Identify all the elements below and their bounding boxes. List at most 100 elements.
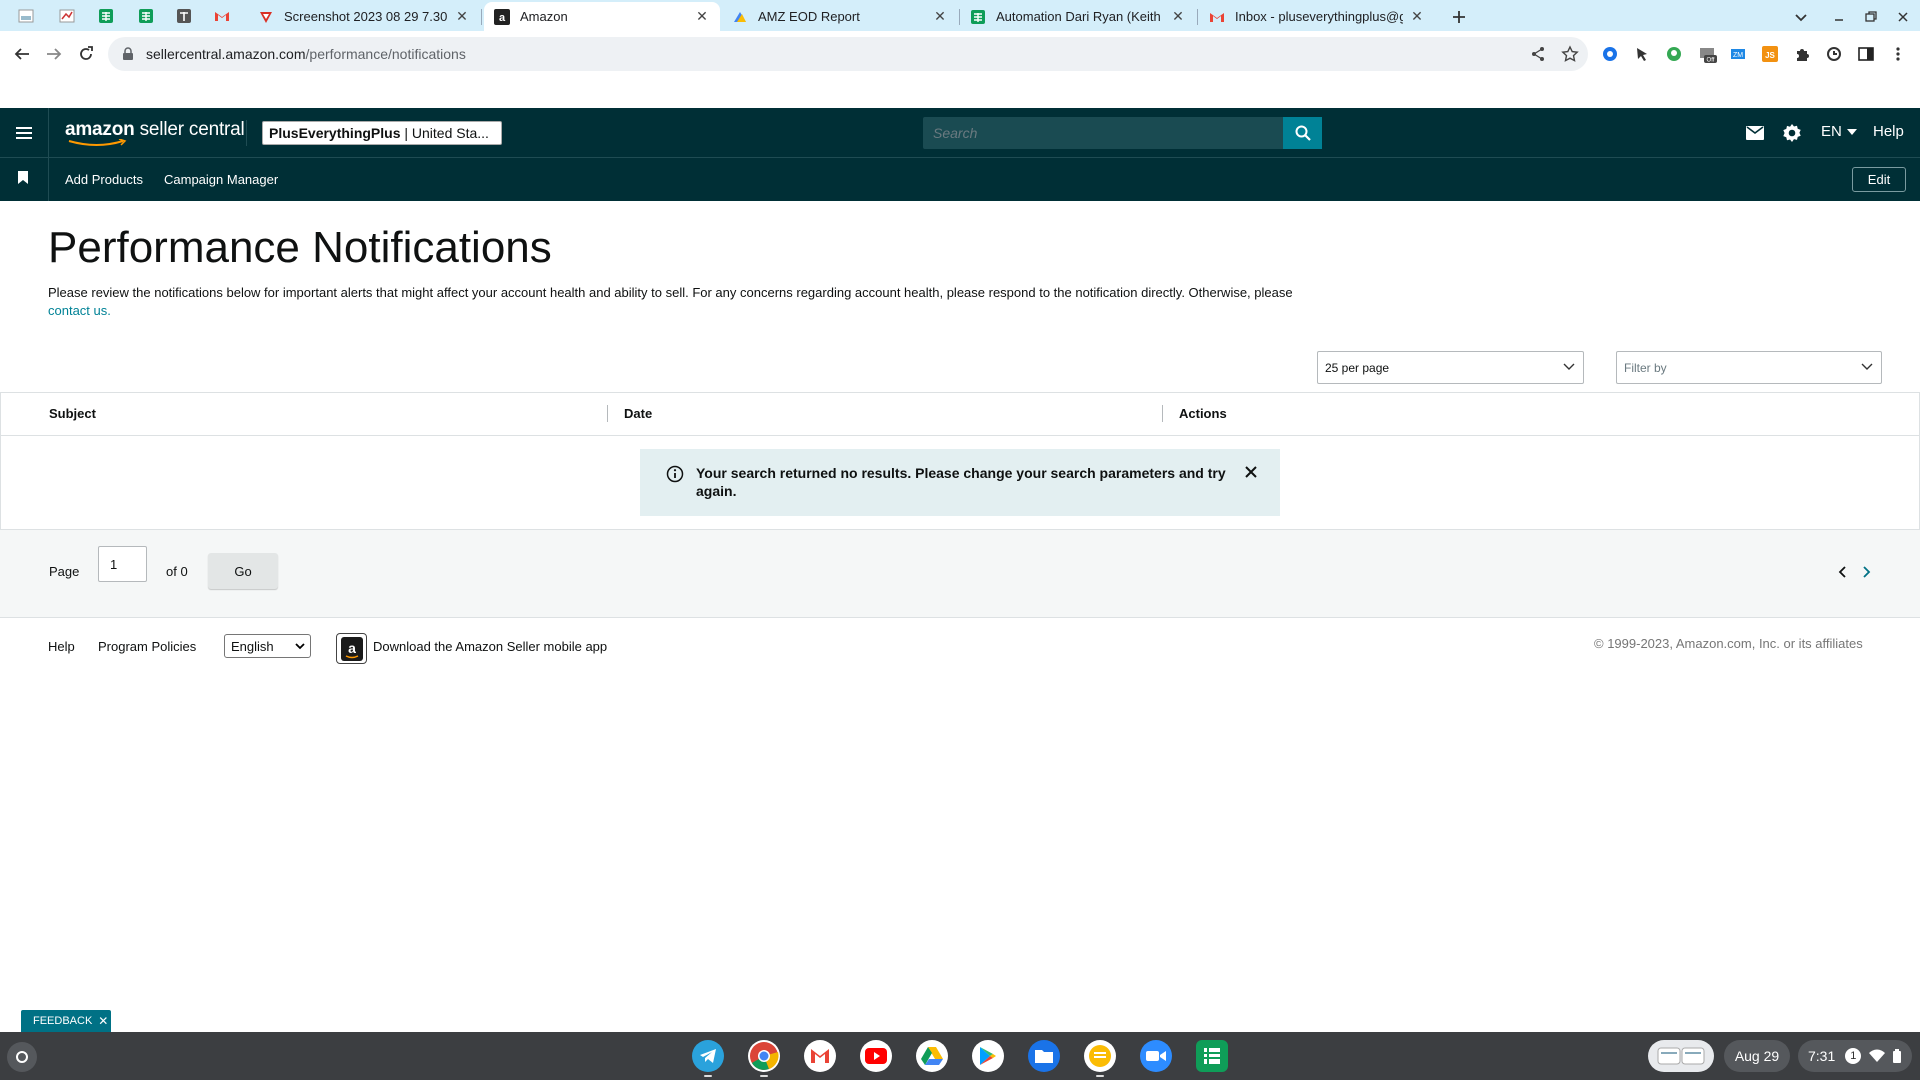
- forward-button[interactable]: [43, 43, 65, 65]
- svg-text:Off: Off: [1707, 58, 1715, 64]
- launcher-button[interactable]: [7, 1042, 37, 1072]
- cursor-icon: [1637, 48, 1647, 61]
- messages-button[interactable]: [1744, 123, 1766, 143]
- pinned-tab-chart[interactable]: [49, 4, 85, 28]
- hamburger-menu-button[interactable]: [13, 122, 35, 144]
- header-divider: [48, 108, 49, 157]
- seller-app-icon[interactable]: a: [336, 633, 367, 664]
- nav-campaign-manager[interactable]: Campaign Manager: [164, 172, 278, 187]
- extension-off-button[interactable]: Off: [1697, 43, 1719, 65]
- pinned-tab-sheets-2[interactable]: [128, 4, 164, 28]
- footer-program-policies-link[interactable]: Program Policies: [98, 639, 196, 654]
- go-button[interactable]: Go: [208, 553, 278, 589]
- tab-amazon[interactable]: a Amazon ✕: [484, 2, 720, 31]
- close-icon[interactable]: ✕: [694, 8, 710, 25]
- pagination-bar: [0, 530, 1920, 618]
- shelf-app-sheets[interactable]: [1196, 1040, 1228, 1072]
- extension-3-button[interactable]: [1663, 43, 1685, 65]
- close-window-button[interactable]: [1894, 8, 1912, 26]
- tab-search-button[interactable]: [1792, 8, 1810, 26]
- shelf-app-gmail[interactable]: [804, 1040, 836, 1072]
- shelf-app-keep[interactable]: [1084, 1040, 1116, 1072]
- tab-screenshot[interactable]: Screenshot 2023 08 29 7.30.24 ✕: [248, 2, 480, 31]
- pinned-tab-screenshot[interactable]: [8, 4, 44, 28]
- shelf-app-youtube[interactable]: [860, 1040, 892, 1072]
- download-app-link[interactable]: Download the Amazon Seller mobile app: [373, 639, 607, 654]
- share-button[interactable]: [1527, 43, 1549, 65]
- settings-button[interactable]: [1781, 122, 1803, 144]
- shelf-app-drive[interactable]: [916, 1040, 948, 1072]
- previous-page-button[interactable]: [1837, 565, 1851, 581]
- close-icon[interactable]: ✕: [1409, 8, 1425, 25]
- help-link[interactable]: Help: [1873, 123, 1904, 140]
- side-panel-button[interactable]: [1855, 43, 1877, 65]
- description-text: Please review the notifications below fo…: [48, 285, 1293, 300]
- holding-space-button[interactable]: [1648, 1040, 1714, 1072]
- amazon-app-icon: a: [340, 636, 363, 661]
- next-page-button[interactable]: [1862, 565, 1876, 581]
- close-icon[interactable]: ✕: [932, 8, 948, 25]
- page-number-input[interactable]: 1: [98, 546, 147, 582]
- contact-us-link[interactable]: contact us.: [48, 303, 111, 318]
- column-header-subject[interactable]: Subject: [49, 406, 96, 421]
- shelf-app-zoom[interactable]: [1140, 1040, 1172, 1072]
- tab-amz-eod-report[interactable]: AMZ EOD Report ✕: [722, 2, 958, 31]
- url-host: sellercentral.amazon.com: [146, 46, 306, 62]
- extension-8-button[interactable]: [1823, 43, 1845, 65]
- tab-title: Inbox - pluseverythingplus@gma: [1235, 9, 1403, 24]
- date-pill[interactable]: Aug 29: [1724, 1040, 1790, 1072]
- tab-title: Automation Dari Ryan (Keith Ry: [996, 9, 1164, 24]
- language-selector[interactable]: EN: [1821, 123, 1857, 140]
- extension-js-button[interactable]: JS: [1759, 43, 1781, 65]
- search-button[interactable]: [1283, 117, 1322, 149]
- tab-separator: [1197, 9, 1198, 25]
- shelf-app-chrome[interactable]: [748, 1040, 780, 1072]
- restore-button[interactable]: [1862, 8, 1880, 26]
- reload-icon: [80, 46, 93, 60]
- search-input[interactable]: Search: [923, 117, 1284, 149]
- extension-5-button[interactable]: ZM: [1727, 43, 1749, 65]
- table-header: [0, 392, 1920, 436]
- mail-icon: [1746, 126, 1764, 140]
- column-header-date[interactable]: Date: [624, 406, 652, 421]
- browser-menu-button[interactable]: [1887, 43, 1909, 65]
- store-region: | United Sta...: [400, 125, 489, 141]
- pinned-tab-sheets-1[interactable]: [88, 4, 124, 28]
- close-icon[interactable]: ✕: [98, 1014, 108, 1028]
- bookmarks-button[interactable]: [17, 171, 31, 187]
- close-icon[interactable]: ✕: [454, 8, 470, 25]
- footer-help-link[interactable]: Help: [48, 639, 75, 654]
- seller-central-logo[interactable]: amazon seller central: [65, 119, 245, 146]
- pinned-tab-gmail[interactable]: [204, 4, 240, 28]
- close-icon[interactable]: ✕: [1170, 8, 1186, 25]
- tab-favicon-icon: [258, 9, 274, 25]
- tab-automation[interactable]: Automation Dari Ryan (Keith Ry ✕: [960, 2, 1196, 31]
- pinned-tab-table[interactable]: [166, 4, 202, 28]
- extensions-button[interactable]: [1791, 43, 1813, 65]
- minimize-button[interactable]: [1830, 8, 1848, 26]
- extension-icon: [1827, 47, 1841, 61]
- store-switcher[interactable]: PlusEverythingPlus | United Sta...: [262, 121, 502, 145]
- nav-add-products[interactable]: Add Products: [65, 172, 143, 187]
- back-button[interactable]: [11, 43, 33, 65]
- running-indicator: [760, 1075, 768, 1077]
- shelf-app-play-store[interactable]: [972, 1040, 1004, 1072]
- extension-1-button[interactable]: [1599, 43, 1621, 65]
- reload-button[interactable]: [75, 43, 97, 65]
- extension-2-button[interactable]: [1631, 43, 1653, 65]
- new-tab-button[interactable]: [1448, 6, 1470, 28]
- footer-language-select[interactable]: English: [224, 634, 311, 658]
- feedback-tab[interactable]: FEEDBACK ✕: [21, 1010, 111, 1032]
- dismiss-alert-button[interactable]: [1244, 465, 1260, 481]
- edit-shortcuts-button[interactable]: Edit: [1852, 167, 1906, 192]
- shelf-app-telegram[interactable]: [692, 1040, 724, 1072]
- filter-select[interactable]: Filter by: [1616, 351, 1882, 384]
- address-bar[interactable]: sellercentral.amazon.com/performance/not…: [108, 37, 1588, 71]
- bookmark-star-button[interactable]: [1559, 43, 1581, 65]
- per-page-select[interactable]: 25 per page: [1317, 351, 1584, 384]
- tab-inbox[interactable]: Inbox - pluseverythingplus@gma ✕: [1199, 2, 1435, 31]
- chevron-down-icon: [1563, 363, 1575, 370]
- shelf-app-files[interactable]: [1028, 1040, 1060, 1072]
- chevron-down-icon: [295, 643, 305, 650]
- status-tray[interactable]: 7:31 1: [1798, 1040, 1912, 1072]
